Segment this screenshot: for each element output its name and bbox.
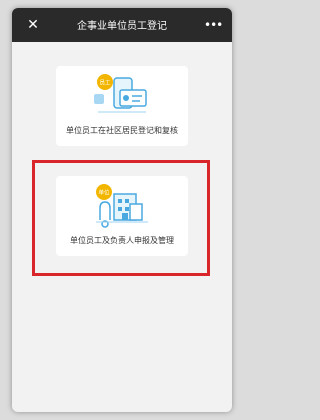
phone-id-card-icon: 员工: [94, 74, 147, 113]
more-icon[interactable]: •••: [204, 16, 223, 34]
phone-screen: ✕ 企事业单位员工登记 ••• 员工 单位员工在社区居民登记和复核 单位 单位员…: [12, 8, 232, 412]
highlight-frame: [32, 160, 210, 276]
staff-badge: 员工: [99, 80, 111, 87]
close-icon[interactable]: ✕: [24, 16, 42, 34]
page-title: 企事业单位员工登记: [77, 21, 167, 32]
title-bar: ✕ 企事业单位员工登记 •••: [12, 8, 232, 42]
staff-register-card[interactable]: 员工 单位员工在社区居民登记和复核: [56, 66, 188, 146]
staff-register-label: 单位员工在社区居民登记和复核: [66, 126, 178, 135]
